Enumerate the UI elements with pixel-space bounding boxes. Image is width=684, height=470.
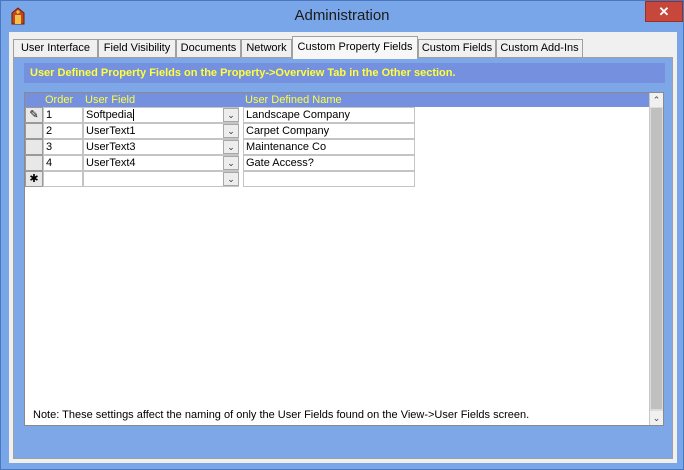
header-user-field[interactable]: User Field: [83, 93, 243, 107]
order-cell[interactable]: 2: [43, 123, 83, 139]
chevron-down-icon[interactable]: ⌄: [223, 108, 239, 122]
order-cell[interactable]: 3: [43, 139, 83, 155]
row-selector[interactable]: [25, 139, 43, 155]
tab-network[interactable]: Network: [241, 39, 292, 58]
grid-header: Order User Field User Defined Name: [25, 93, 649, 107]
scroll-down-icon[interactable]: ⌄: [650, 411, 663, 425]
order-cell[interactable]: 1: [43, 107, 83, 123]
section-banner: User Defined Property Fields on the Prop…: [24, 63, 665, 83]
vertical-scrollbar[interactable]: ⌃ ⌄: [649, 93, 663, 425]
header-order[interactable]: Order: [43, 93, 83, 107]
chevron-down-icon[interactable]: ⌄: [223, 124, 239, 138]
scrollbar-thumb[interactable]: [651, 108, 662, 409]
tab-panel: User Defined Property Fields on the Prop…: [13, 57, 673, 459]
close-button[interactable]: ✕: [645, 1, 683, 22]
window-client-area: User Interface Field Visibility Document…: [9, 32, 677, 463]
user-defined-name-cell[interactable]: Maintenance Co: [243, 139, 415, 155]
user-field-cell[interactable]: UserText4: [83, 155, 239, 171]
user-defined-name-cell[interactable]: Landscape Company: [243, 107, 415, 123]
user-defined-name-cell[interactable]: Carpet Company: [243, 123, 415, 139]
scroll-up-icon[interactable]: ⌃: [650, 93, 663, 107]
order-cell[interactable]: [43, 171, 83, 187]
header-user-defined-name[interactable]: User Defined Name: [243, 93, 423, 107]
order-cell[interactable]: 4: [43, 155, 83, 171]
user-field-cell[interactable]: UserText3: [83, 139, 239, 155]
header-selector: [25, 93, 43, 107]
user-field-cell[interactable]: UserText1: [83, 123, 239, 139]
tab-user-interface[interactable]: User Interface: [13, 39, 98, 58]
chevron-down-icon[interactable]: ⌄: [223, 172, 239, 186]
chevron-down-icon[interactable]: ⌄: [223, 140, 239, 154]
tab-field-visibility[interactable]: Field Visibility: [98, 39, 176, 58]
tab-documents[interactable]: Documents: [176, 39, 241, 58]
property-fields-grid[interactable]: Order User Field User Defined Name ✎ 1 S…: [24, 92, 664, 426]
user-field-value: Softpedia: [86, 109, 133, 121]
user-field-cell[interactable]: [83, 171, 239, 187]
new-row-asterisk-icon[interactable]: ✱: [25, 171, 43, 187]
administration-window: Administration ✕ User Interface Field Vi…: [0, 0, 684, 470]
title-bar[interactable]: Administration ✕: [1, 1, 683, 32]
tab-custom-property-fields[interactable]: Custom Property Fields: [292, 36, 418, 59]
tab-custom-fields[interactable]: Custom Fields: [418, 39, 496, 58]
row-selector-edit-icon[interactable]: ✎: [25, 107, 43, 123]
tab-custom-add-ins[interactable]: Custom Add-Ins: [496, 39, 583, 58]
row-selector[interactable]: [25, 155, 43, 171]
user-field-cell-editing[interactable]: Softpedia: [83, 107, 239, 123]
user-defined-name-cell[interactable]: [243, 171, 415, 187]
text-cursor: [133, 109, 135, 122]
footer-note: Note: These settings affect the naming o…: [33, 409, 530, 421]
row-selector[interactable]: [25, 123, 43, 139]
user-defined-name-cell[interactable]: Gate Access?: [243, 155, 415, 171]
chevron-down-icon[interactable]: ⌄: [223, 156, 239, 170]
window-title: Administration: [294, 7, 390, 24]
